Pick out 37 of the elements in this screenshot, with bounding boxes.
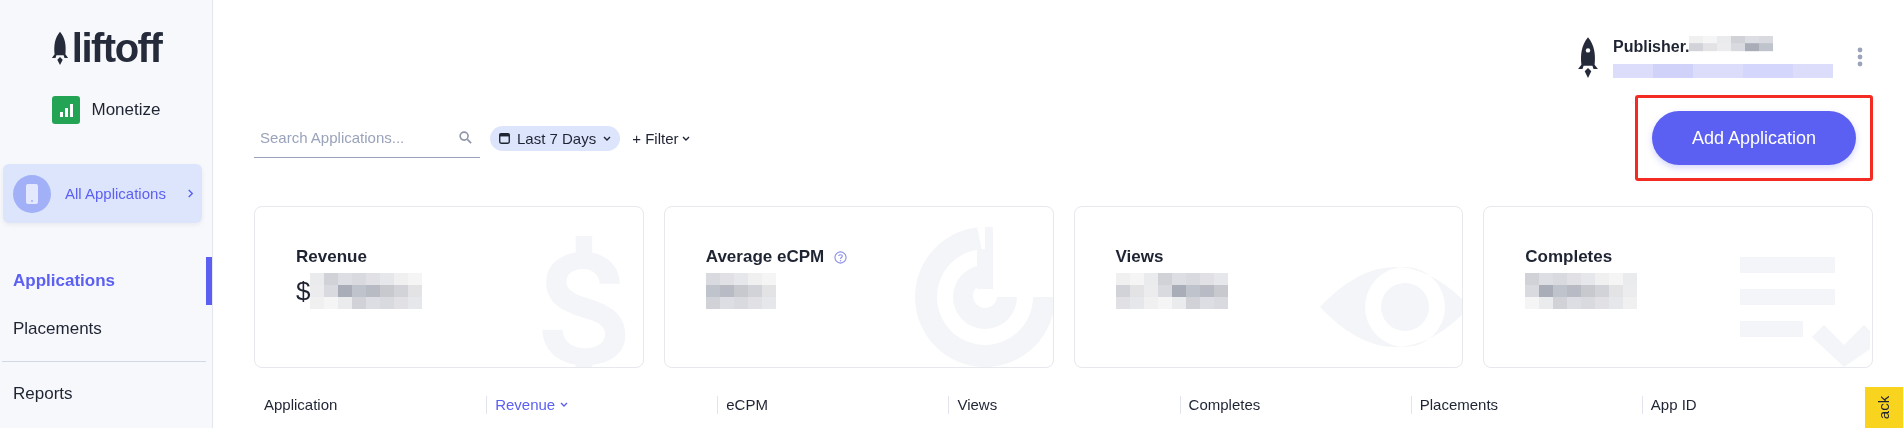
nav-item[interactable]: Reports xyxy=(2,370,206,418)
bar-chart-icon xyxy=(51,96,80,124)
column-header[interactable]: eCPM xyxy=(726,396,768,413)
column-header[interactable]: Application xyxy=(264,396,338,413)
stat-title: Revenue xyxy=(296,247,367,267)
column-header[interactable]: Completes xyxy=(1188,396,1261,413)
column-header[interactable]: Revenue xyxy=(495,396,569,413)
chevron-right-icon xyxy=(187,189,194,198)
product-name: Monetize xyxy=(91,100,161,120)
account-name: Publisher. xyxy=(1613,38,1690,56)
stat-title: Average eCPM xyxy=(705,247,825,267)
column-header[interactable]: App ID xyxy=(1650,396,1697,413)
filter-dropdown[interactable]: + Filter xyxy=(632,129,691,147)
column-header[interactable]: Views xyxy=(957,396,998,413)
feedback-tab[interactable]: ack xyxy=(1865,387,1903,428)
rocket-icon xyxy=(50,30,69,66)
phone-icon xyxy=(13,174,51,213)
stat-title: Views xyxy=(1115,247,1164,267)
caret-icon xyxy=(682,135,691,141)
caret-icon xyxy=(603,135,612,141)
add-application-button[interactable]: Add Application xyxy=(1652,111,1856,165)
search-field[interactable]: Search Applications... xyxy=(258,128,459,147)
currency-symbol: $ xyxy=(296,275,311,307)
stat-title: Completes xyxy=(1525,247,1613,267)
nav-item[interactable]: Placements xyxy=(0,305,212,353)
caret-icon xyxy=(560,402,569,407)
blurred-value xyxy=(705,273,776,309)
logo-text: liftoff xyxy=(71,28,162,68)
calendar-icon xyxy=(499,132,510,144)
help-icon[interactable] xyxy=(834,250,848,264)
column-header[interactable]: Placements xyxy=(1419,396,1499,413)
rocket-icon xyxy=(1577,35,1599,79)
app-switcher[interactable]: All Applications xyxy=(3,164,202,223)
date-range-dropdown[interactable]: Last 7 Days xyxy=(490,125,621,151)
search-icon xyxy=(459,131,472,144)
nav-item[interactable]: Applications xyxy=(0,257,212,305)
more-options-icon[interactable] xyxy=(1857,47,1863,67)
